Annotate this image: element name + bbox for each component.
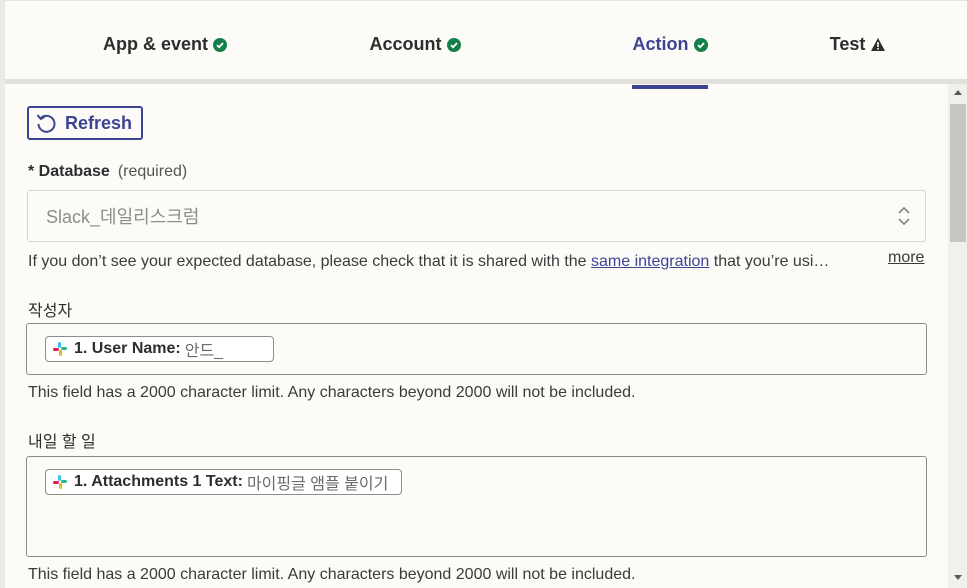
author-field-label: 작성자	[28, 297, 72, 321]
tab-label: Account	[369, 34, 442, 54]
tab-test[interactable]: Test	[743, 5, 967, 84]
tomorrow-todo-input[interactable]: 1. Attachments 1 Text: 마이핑글 앰플 붙이기	[26, 456, 927, 557]
check-circle-icon	[693, 37, 708, 52]
scroll-down-arrow-icon[interactable]	[948, 574, 967, 588]
vertical-scrollbar[interactable]	[948, 84, 967, 588]
required-note: (required)	[117, 163, 188, 180]
scrollbar-thumb[interactable]	[950, 104, 966, 242]
warning-icon	[871, 38, 886, 51]
pill-value: 마이핑글 앰플 붙이기	[246, 476, 389, 493]
slack-icon	[52, 341, 68, 357]
author-input[interactable]: 1. User Name: 안드_	[26, 323, 927, 375]
tab-label: Action	[632, 34, 689, 54]
tab-label: Test	[829, 34, 866, 54]
database-value: Slack_데일리스크럼	[46, 207, 200, 227]
refresh-label: Refresh	[65, 112, 133, 133]
help-text-prefix: If you don’t see your expected database,…	[28, 253, 592, 270]
check-circle-icon	[213, 37, 227, 52]
database-help-text: If you don’t see your expected database,…	[28, 253, 829, 271]
help-text-suffix: that you’re usi…	[709, 253, 830, 270]
database-label: * Database (required)	[28, 163, 187, 181]
pill-key: 1. Attachments 1 Text:	[74, 473, 243, 490]
tab-app-event[interactable]: App & event	[45, 5, 285, 84]
step-tabs: App & event Account Action Test	[5, 5, 967, 89]
author-label-text: 작성자	[28, 303, 73, 320]
slack-icon	[52, 474, 68, 490]
check-circle-icon	[446, 37, 461, 52]
refresh-icon	[36, 114, 56, 133]
database-select[interactable]: Slack_데일리스크럼	[27, 190, 926, 242]
tomorrow-todo-char-limit-note: This field has a 2000 character limit. A…	[28, 566, 636, 583]
refresh-button[interactable]: Refresh	[27, 106, 143, 140]
chevron-up-down-icon	[898, 206, 910, 226]
database-label-text: Database	[38, 163, 110, 180]
author-char-limit-note: This field has a 2000 character limit. A…	[28, 384, 636, 401]
tab-account[interactable]: Account	[295, 5, 535, 84]
required-asterisk: *	[28, 163, 39, 180]
pill-key: 1. User Name:	[74, 340, 181, 357]
action-form: Refresh * Database (required) Slack_데일리스크…	[5, 84, 948, 588]
attachments-text-pill[interactable]: 1. Attachments 1 Text: 마이핑글 앰플 붙이기	[45, 469, 402, 495]
more-link[interactable]: more	[888, 249, 924, 267]
scroll-up-arrow-icon[interactable]	[948, 88, 967, 102]
pill-value: 안드_	[184, 343, 224, 360]
tomorrow-todo-label-text: 내일 할 일	[28, 434, 96, 451]
same-integration-link[interactable]: same integration	[591, 253, 709, 270]
tomorrow-todo-label: 내일 할 일	[28, 428, 96, 452]
user-name-pill[interactable]: 1. User Name: 안드_	[45, 336, 274, 362]
tab-label: App & event	[102, 34, 208, 54]
